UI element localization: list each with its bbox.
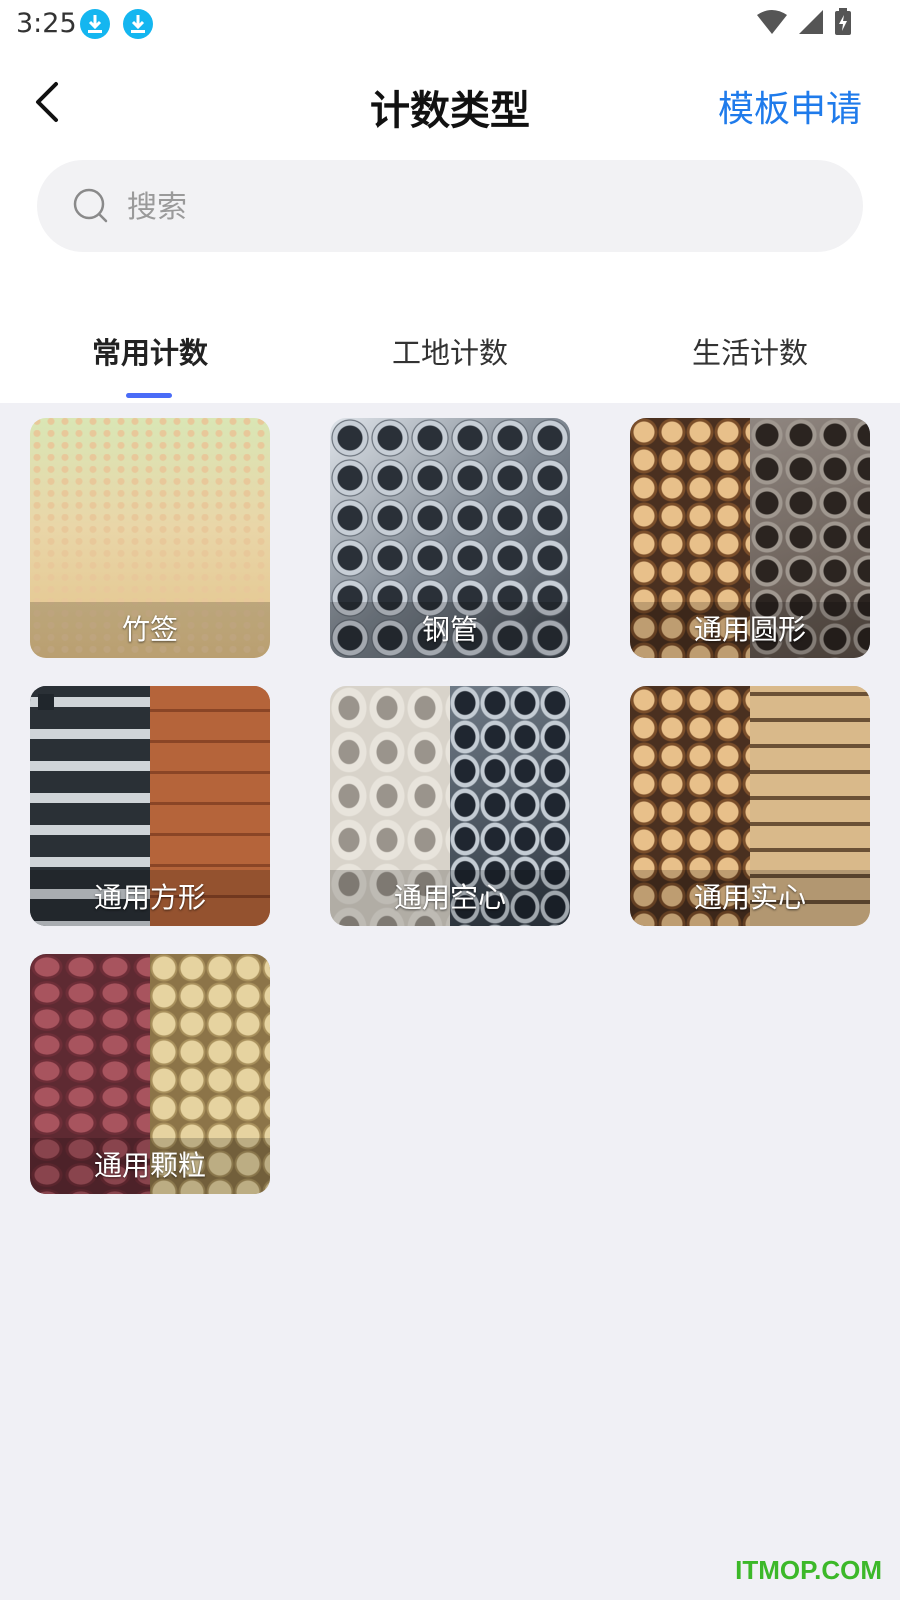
card-bamboo-skewer[interactable]: 竹签 <box>30 418 270 658</box>
top-area: 3:25 计数类型 模板申请 常用计数 工地计数 生活计数 <box>0 0 900 403</box>
card-general-square[interactable]: 通用方形 <box>30 686 270 926</box>
download-notification-icon <box>123 9 153 39</box>
status-time: 3:25 <box>16 8 77 39</box>
battery-icon <box>835 8 851 35</box>
watermark-text: ITMOP.COM <box>735 1555 882 1585</box>
card-label: 通用圆形 <box>693 613 806 646</box>
wifi-icon <box>757 10 787 34</box>
card-general-solid[interactable]: 通用实心 <box>630 686 870 926</box>
active-tab-indicator <box>126 393 172 398</box>
status-bar: 3:25 <box>0 0 900 48</box>
card-steel-pipe[interactable]: 钢管 <box>330 418 570 658</box>
card-label: 钢管 <box>421 613 478 646</box>
search-input[interactable] <box>125 182 829 232</box>
card-label: 通用实心 <box>693 881 806 914</box>
card-general-round[interactable]: 通用圆形 <box>630 418 870 658</box>
card-label: 通用颗粒 <box>93 1149 206 1182</box>
card-label: 竹签 <box>121 613 178 646</box>
card-label: 通用方形 <box>93 881 206 914</box>
tab-life-count[interactable]: 生活计数 <box>600 330 900 372</box>
header: 计数类型 模板申请 <box>0 60 900 150</box>
download-notification-icon <box>80 9 110 39</box>
template-apply-button[interactable]: 模板申请 <box>718 80 862 132</box>
search-bar[interactable] <box>37 160 863 252</box>
status-icons <box>756 8 852 36</box>
card-label: 通用空心 <box>393 881 506 914</box>
tab-bar: 常用计数 工地计数 生活计数 <box>0 318 900 398</box>
card-general-hollow[interactable]: 通用空心 <box>330 686 570 926</box>
tab-construction-count[interactable]: 工地计数 <box>300 330 600 372</box>
card-general-granular[interactable]: 通用颗粒 <box>30 954 270 1194</box>
signal-icon <box>799 10 823 34</box>
search-icon <box>73 188 108 223</box>
tab-common-count[interactable]: 常用计数 <box>0 330 300 372</box>
